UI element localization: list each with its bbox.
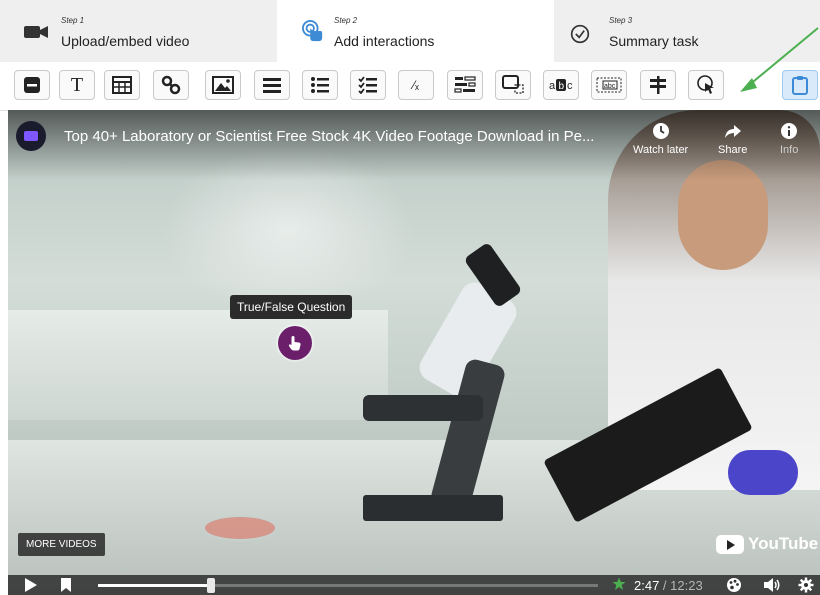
image-tool-button[interactable] xyxy=(205,70,241,100)
touch-pointer-icon xyxy=(697,75,714,94)
drag-text-tool-button[interactable] xyxy=(447,70,483,100)
svg-text:b: b xyxy=(559,81,565,92)
step-number: Step 1 xyxy=(61,16,85,25)
channel-avatar[interactable] xyxy=(16,121,46,151)
crossroads-tool-button[interactable] xyxy=(640,70,676,100)
hand-pointer-icon xyxy=(288,336,301,351)
svg-text:a: a xyxy=(549,80,556,92)
fraction-icon: ⁄ₓ xyxy=(413,78,419,92)
share-icon xyxy=(724,125,741,138)
settings-gear-icon[interactable] xyxy=(798,577,814,593)
youtube-wordmark: YouTube xyxy=(748,534,819,553)
interactions-toolbar: T ⁄ₓ abc abc xyxy=(0,62,820,111)
info-label: Info xyxy=(780,144,799,156)
info-icon xyxy=(781,123,798,139)
touch-pointer-icon xyxy=(302,20,323,42)
palette-icon[interactable] xyxy=(726,577,742,593)
watch-later-label: Watch later xyxy=(633,144,689,156)
mark-words-tool-button[interactable]: abc xyxy=(543,70,579,100)
text-tool-button[interactable]: T xyxy=(59,70,95,100)
text-field-icon: abc xyxy=(596,77,622,93)
share-label: Share xyxy=(718,144,748,156)
step-label: Add interactions xyxy=(334,33,435,49)
svg-text:c: c xyxy=(567,80,573,92)
checklist-icon xyxy=(358,76,377,94)
drag-list-icon xyxy=(454,76,476,93)
table-icon xyxy=(112,76,132,94)
current-time: 2:47 xyxy=(634,578,660,593)
fill-blanks-tool-button[interactable]: ⁄ₓ xyxy=(398,70,434,100)
single-choice-tool-button[interactable] xyxy=(302,70,338,100)
step-label: Summary task xyxy=(609,33,699,49)
label-tool-button[interactable] xyxy=(14,70,50,100)
duration: / 12:23 xyxy=(659,578,703,593)
star-icon[interactable] xyxy=(612,577,626,591)
drag-drop-icon xyxy=(502,75,524,94)
bullet-list-icon xyxy=(311,77,329,93)
step-summary-task[interactable]: Step 3 Summary task xyxy=(554,0,820,62)
image-icon xyxy=(212,76,234,94)
clock-icon xyxy=(652,123,669,139)
check-circle-icon xyxy=(570,24,590,44)
svg-text:abc: abc xyxy=(604,83,616,90)
multiple-choice-tool-button[interactable] xyxy=(350,70,386,100)
watch-later-button[interactable]: Watch later xyxy=(633,122,688,156)
statements-tool-button[interactable] xyxy=(254,70,290,100)
link-icon xyxy=(161,75,181,95)
link-tool-button[interactable] xyxy=(153,70,189,100)
video-title[interactable]: Top 40+ Laboratory or Scientist Free Sto… xyxy=(64,128,594,145)
scrubber-handle[interactable] xyxy=(206,578,215,593)
label-icon xyxy=(24,77,40,93)
step-add-interactions[interactable]: Step 2 Add interactions xyxy=(277,0,554,62)
step-label: Upload/embed video xyxy=(61,33,190,49)
youtube-play-icon xyxy=(716,534,744,554)
interaction-tooltip: True/False Question xyxy=(230,295,353,319)
signpost-icon xyxy=(650,76,666,94)
video-player[interactable]: Top 40+ Laboratory or Scientist Free Sto… xyxy=(8,110,820,595)
progress-fill xyxy=(98,584,211,587)
bookmark-icon[interactable] xyxy=(60,577,72,593)
player-controls: 2:47 / 12:23 xyxy=(8,575,820,595)
navigation-hotspot-tool-button[interactable] xyxy=(688,70,724,100)
table-tool-button[interactable] xyxy=(104,70,140,100)
step-number: Step 2 xyxy=(334,16,358,25)
volume-icon[interactable] xyxy=(763,577,781,593)
list-icon xyxy=(263,78,281,93)
more-videos-button[interactable]: MORE VIDEOS xyxy=(18,533,105,556)
step-number: Step 3 xyxy=(609,16,633,25)
time-display: 2:47 / 12:23 xyxy=(634,578,703,593)
step-upload-embed[interactable]: Step 1 Upload/embed video xyxy=(0,0,277,62)
text-input-tool-button[interactable]: abc xyxy=(591,70,627,100)
wizard-steps: Step 1 Upload/embed video Step 2 Add int… xyxy=(0,0,820,63)
paste-icon xyxy=(792,76,808,95)
true-false-hotspot[interactable] xyxy=(278,326,312,360)
youtube-logo[interactable]: YouTube xyxy=(716,534,818,554)
drag-drop-tool-button[interactable] xyxy=(495,70,531,100)
progress-bar[interactable] xyxy=(98,578,598,593)
share-button[interactable]: Share xyxy=(718,122,747,156)
video-camera-icon xyxy=(24,26,48,38)
paste-button[interactable] xyxy=(782,70,818,100)
info-button[interactable]: Info xyxy=(780,122,798,156)
text-icon: T xyxy=(70,73,84,96)
mark-words-icon: abc xyxy=(549,79,573,92)
play-icon[interactable] xyxy=(24,577,38,593)
